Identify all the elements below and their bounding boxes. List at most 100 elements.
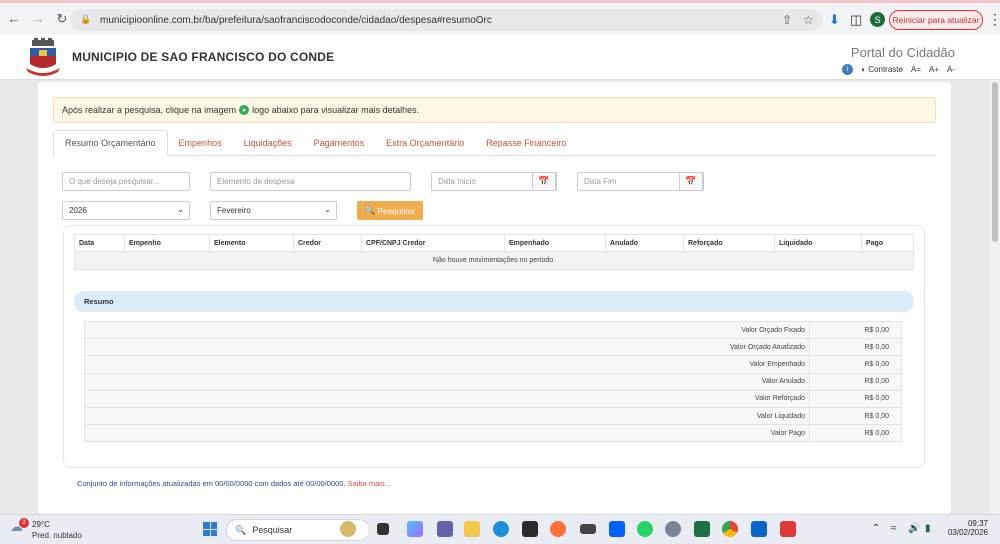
chrome-icon[interactable]	[722, 521, 738, 537]
start-date-field[interactable]: Data Inicio 📅	[431, 172, 557, 191]
column-header[interactable]: Data	[74, 234, 125, 252]
firefox-icon[interactable]	[550, 521, 566, 537]
notice-text-before: Após realizar a pesquisa, clique na imag…	[62, 105, 237, 115]
search-icon: 🔍	[235, 524, 247, 535]
resumo-value: R$ 0,00	[809, 406, 902, 426]
column-header[interactable]: Empenho	[124, 234, 210, 252]
resumo-label: Valor Anulado	[84, 372, 810, 391]
calendar-icon[interactable]: 📅	[532, 172, 556, 191]
start-date-placeholder: Data Inicio	[438, 177, 476, 186]
windows-start-icon[interactable]	[203, 522, 217, 536]
font-increase-button[interactable]: A+	[929, 65, 939, 74]
side-panel-icon[interactable]: ◫	[850, 12, 862, 28]
resumo-label: Valor Liquidado	[84, 406, 810, 426]
resumo-value: R$ 0,00	[809, 424, 902, 443]
resumo-label: Valor Pago	[84, 424, 810, 443]
back-icon[interactable]: ←	[4, 9, 24, 29]
whatsapp-icon[interactable]	[637, 521, 653, 537]
tab-extra-orcamentario[interactable]: Extra Orçamentário	[375, 130, 475, 156]
scrollbar-thumb[interactable]	[992, 82, 998, 242]
wifi-icon[interactable]: ≈	[891, 523, 897, 534]
end-date-field[interactable]: Data Fim 📅	[577, 172, 704, 191]
column-header[interactable]: Pago	[861, 234, 914, 252]
contrast-toggle[interactable]: ◐ Contraste	[861, 65, 903, 74]
resumo-value: R$ 0,00	[809, 338, 902, 357]
month-select[interactable]: Fevereiro ⌄	[210, 201, 337, 220]
task-view-icon[interactable]	[377, 523, 389, 535]
search-button[interactable]: 🔍 Pesquisar	[357, 201, 423, 220]
tab-bar: Resumo Orçamentário Empenhos Liquidações…	[53, 130, 936, 156]
file-explorer-icon[interactable]	[464, 521, 480, 537]
share-icon[interactable]: ⇧	[782, 13, 792, 27]
table-header-row: Data Empenho Elemento Credor CPF/CNPJ Cr…	[74, 234, 914, 252]
table-row: Valor Orçado Fixado R$ 0,00	[84, 320, 902, 340]
results-panel: Data Empenho Elemento Credor CPF/CNPJ Cr…	[63, 225, 925, 468]
notice-text-after: logo abaixo para visualizar mais detalhe…	[252, 105, 420, 115]
font-decrease-button[interactable]: A-	[947, 65, 955, 74]
contrast-icon: ◐	[861, 65, 867, 74]
end-date-placeholder: Data Fim	[584, 177, 617, 186]
update-info-text: Conjunto de informações atualizadas em 0…	[77, 479, 346, 488]
tab-repasse-financeiro[interactable]: Repasse Financeiro	[475, 130, 577, 156]
clock-date: 03/02/2026	[947, 528, 988, 537]
search-input[interactable]: O que deseja pesquisar...	[62, 172, 190, 191]
learn-more-link[interactable]: Saiba mais...	[348, 479, 391, 488]
municipal-crest-logo[interactable]	[24, 38, 62, 76]
element-field[interactable]: Elemento de despesa	[210, 172, 411, 191]
browser-menu-icon[interactable]: ⋮	[988, 11, 1000, 28]
table-row: Valor Empenhado R$ 0,00	[84, 355, 902, 374]
movements-table: Data Empenho Elemento Credor CPF/CNPJ Cr…	[74, 234, 914, 270]
volume-icon[interactable]: 🔊	[908, 523, 920, 534]
column-header[interactable]: CPF/CNPJ Credor	[361, 234, 505, 252]
clock-time: 09:37	[967, 519, 988, 528]
profile-avatar[interactable]: S	[870, 12, 885, 27]
weather-widget[interactable]: ☁ 2 29°C Pred. nublado	[10, 518, 82, 540]
clock[interactable]: 09:37 03/02/2026	[946, 519, 988, 537]
tab-empenhos[interactable]: Empenhos	[168, 130, 233, 156]
portal-title: Portal do Cidadão	[850, 45, 955, 60]
bookmark-star-icon[interactable]: ☆	[803, 13, 814, 27]
accessibility-controls: i ◐ Contraste A= A+ A-	[842, 64, 955, 75]
settings-gear-icon[interactable]	[665, 521, 681, 537]
anydesk-icon[interactable]	[780, 521, 796, 537]
download-icon[interactable]: ⬇	[829, 12, 840, 28]
column-header[interactable]: Elemento	[209, 234, 294, 252]
search-icon: 🔍	[364, 205, 376, 215]
reload-icon[interactable]: ↻	[52, 9, 72, 29]
year-select[interactable]: 2026 ⌄	[62, 201, 190, 220]
battery-icon[interactable]: ▮	[925, 523, 931, 534]
column-header[interactable]: Empenhado	[504, 234, 606, 252]
edge-icon[interactable]	[493, 521, 509, 537]
column-header[interactable]: Credor	[293, 234, 362, 252]
municipality-title: MUNICIPIO DE SAO FRANCISCO DO CONDE	[72, 50, 335, 64]
restart-update-button[interactable]: Reiniciar para atualizar	[889, 10, 983, 30]
table-row: Não houve movimentações no período.	[74, 251, 914, 270]
outlook-icon[interactable]	[751, 521, 767, 537]
search-hint-notice: Após realizar a pesquisa, clique na imag…	[53, 97, 936, 123]
resumo-value: R$ 0,00	[809, 320, 902, 340]
taskbar-widget-icon[interactable]	[340, 521, 356, 537]
tab-liquidacoes[interactable]: Liquidações	[233, 130, 303, 156]
excel-icon[interactable]	[694, 521, 710, 537]
calendar-icon[interactable]: 📅	[679, 172, 703, 191]
tab-pagamentos[interactable]: Pagamentos	[303, 130, 376, 156]
column-header[interactable]: Anulado	[605, 234, 684, 252]
page-scrollbar[interactable]	[989, 80, 1000, 514]
column-header[interactable]: Reforçado	[683, 234, 775, 252]
store-icon[interactable]	[522, 521, 538, 537]
tray-chevron-icon[interactable]: ⌃	[872, 523, 880, 534]
address-bar[interactable]: 🔒 municipioonline.com.br/ba/prefeitura/s…	[70, 9, 822, 31]
search-button-label: Pesquisar	[377, 205, 416, 216]
weather-condition: Pred. nublado	[32, 531, 82, 540]
font-reset-button[interactable]: A=	[911, 65, 921, 74]
column-header[interactable]: Liquidado	[774, 234, 862, 252]
amazon-icon[interactable]	[580, 524, 596, 534]
os-taskbar: ☁ 2 29°C Pred. nublado 🔍 Pesquisar ⌃ ≈ 🔊…	[0, 514, 1000, 544]
tab-resumo-orcamentario[interactable]: Resumo Orçamentário	[53, 130, 168, 156]
accessibility-info-icon[interactable]: i	[842, 64, 854, 75]
copilot-icon[interactable]	[407, 521, 423, 537]
forward-icon[interactable]: →	[28, 9, 48, 29]
dropbox-icon[interactable]	[609, 521, 625, 537]
resumo-value: R$ 0,00	[809, 355, 902, 374]
teams-icon[interactable]	[437, 521, 453, 537]
